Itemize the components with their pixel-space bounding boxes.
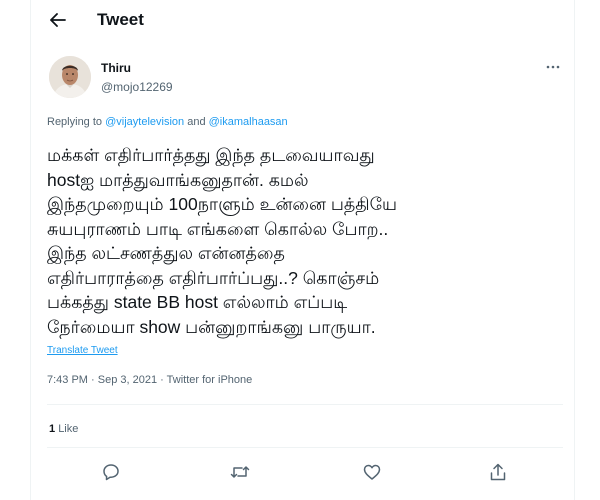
tweet-text: மக்கள் எதிர்பார்த்தது இந்த தடவையாவது hos… xyxy=(47,145,398,337)
heart-icon xyxy=(363,464,381,480)
mention-link-vijaytelevision[interactable]: @vijaytelevision xyxy=(105,116,184,128)
tweet-source[interactable]: Twitter for iPhone xyxy=(167,374,253,386)
replying-prefix: Replying to xyxy=(47,116,103,128)
like-button[interactable] xyxy=(359,459,385,485)
divider xyxy=(47,447,563,448)
likes-number: 1 xyxy=(49,423,56,435)
replying-conjunction: and xyxy=(187,116,206,128)
reply-button[interactable] xyxy=(98,459,124,485)
author-handle[interactable]: @mojo12269 xyxy=(101,80,173,94)
back-button[interactable] xyxy=(45,7,71,33)
action-bar xyxy=(31,455,574,489)
tweet-detail-panel: Tweet Thiru @mojo12269 Replying to @vija… xyxy=(30,0,575,500)
share-icon xyxy=(490,463,506,481)
retweet-icon xyxy=(230,464,250,480)
author-name[interactable]: Thiru xyxy=(101,61,131,75)
arrow-left-icon xyxy=(50,13,66,27)
avatar[interactable] xyxy=(49,56,91,98)
divider xyxy=(47,404,563,405)
mention-link-ikamalhaasan[interactable]: @ikamalhaasan xyxy=(209,116,288,128)
tweet-meta: 7:43 PM · Sep 3, 2021 · Twitter for iPho… xyxy=(47,374,252,386)
likes-count[interactable]: 1 Like xyxy=(49,423,78,435)
retweet-button[interactable] xyxy=(227,459,253,485)
more-options-button[interactable] xyxy=(543,60,563,74)
header-bar: Tweet xyxy=(31,0,574,40)
replying-to: Replying to @vijaytelevision and @ikamal… xyxy=(47,116,288,128)
translate-tweet-link[interactable]: Translate Tweet xyxy=(47,345,118,356)
reply-icon xyxy=(102,463,120,481)
share-button[interactable] xyxy=(485,459,511,485)
more-dots-icon xyxy=(546,65,560,69)
meta-separator: · xyxy=(157,374,167,386)
likes-label: Like xyxy=(58,423,79,435)
page-title: Tweet xyxy=(97,10,144,29)
timestamp[interactable]: 7:43 PM · Sep 3, 2021 xyxy=(47,374,157,386)
